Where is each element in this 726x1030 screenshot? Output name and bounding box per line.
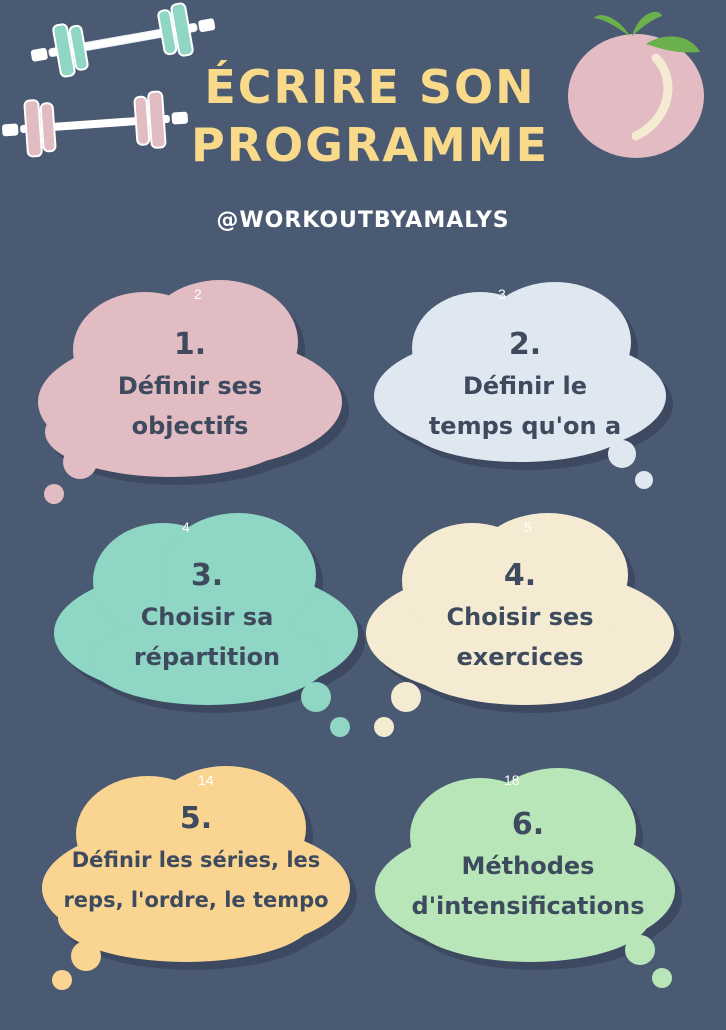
page-number: 5 (524, 519, 532, 535)
page-number: 2 (194, 286, 202, 302)
step-line-2: exercices (456, 643, 584, 671)
step-line-1: Définir le (463, 372, 587, 400)
instagram-handle: @workoutbyamalys (216, 208, 510, 233)
step-line-2: d'intensifications (411, 892, 645, 920)
step-number: 4. (503, 558, 537, 593)
step-cloud-5: 14 5. Définir les séries, les reps, l'or… (36, 760, 357, 992)
step-text: 5. Définir les séries, les reps, l'ordre… (36, 798, 356, 920)
step-line-1: Définir ses (117, 372, 263, 400)
step-cloud-6: 18 6. Méthodes d'intensifications (370, 760, 686, 992)
step-line-2: temps qu'on a (428, 412, 622, 440)
title-line-1: écrire son (204, 60, 536, 114)
step-text: 2. Définir le temps qu'on a (370, 324, 680, 446)
step-line-2: répartition (133, 643, 281, 671)
step-number: 6. (511, 807, 545, 842)
step-line-2: objectifs (131, 412, 249, 440)
step-number: 3. (190, 558, 224, 593)
step-number: 1. (173, 327, 207, 362)
infographic-page: écrire son programme @workoutbyamalys 2 … (0, 0, 726, 1030)
step-line-1: Définir les séries, les (71, 848, 321, 872)
step-line-1: Méthodes (461, 852, 595, 880)
step-text: 1. Définir ses objectifs (30, 324, 350, 446)
page-number: 18 (504, 772, 520, 788)
page-number: 14 (198, 772, 214, 788)
step-cloud-4: 5 4. Choisir ses exercices (360, 505, 681, 741)
step-text: 6. Méthodes d'intensifications (370, 804, 686, 926)
step-cloud-2: 3 2. Définir le temps qu'on a (370, 272, 680, 492)
step-text: 4. Choisir ses exercices (360, 555, 680, 677)
page-title: écrire son programme (180, 58, 560, 174)
step-number: 5. (179, 801, 213, 836)
peach-icon (568, 11, 704, 158)
step-line-2: reps, l'ordre, le tempo (63, 888, 329, 912)
dumbbell-bottom-icon (2, 90, 188, 158)
title-line-2: programme (191, 118, 549, 172)
page-number: 3 (498, 286, 506, 302)
step-number: 2. (508, 327, 542, 362)
step-cloud-3: 4 3. Choisir sa répartition (48, 505, 366, 741)
step-line-1: Choisir ses (446, 603, 594, 631)
step-text: 3. Choisir sa répartition (48, 555, 366, 677)
page-number: 4 (182, 519, 190, 535)
step-line-1: Choisir sa (140, 603, 274, 631)
step-cloud-1: 2 1. Définir ses objectifs (30, 272, 350, 504)
